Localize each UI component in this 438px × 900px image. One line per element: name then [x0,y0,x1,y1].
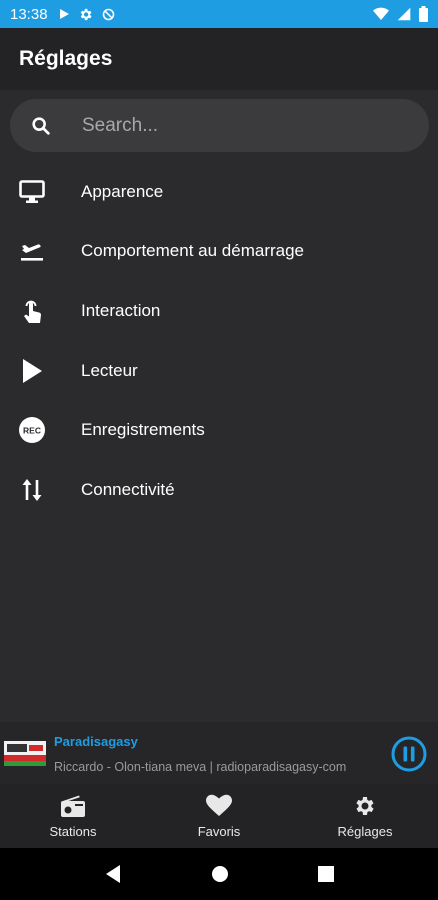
signal-icon [397,7,411,21]
menu-item-label: Enregistrements [81,420,205,440]
nav-label: Favoris [197,823,241,839]
monitor-icon [19,179,45,203]
mini-player[interactable]: Paradisagasy Riccardo - Olon-tiana meva … [0,722,438,784]
menu-item-lecteur[interactable]: Lecteur [0,341,438,401]
menu-item-label: Lecteur [81,360,138,380]
gear-icon [356,796,374,815]
page-title: Réglages [19,47,113,70]
menu-item-connectivite[interactable]: Connectivité [0,460,438,520]
nav-label: Réglages [337,823,393,839]
station-logo [4,741,46,766]
search-icon[interactable] [30,115,52,137]
svg-text:REC: REC [23,426,41,436]
nav-item-favoris[interactable]: Favoris [146,784,292,848]
menu-item-interaction[interactable]: Interaction [0,281,438,341]
pause-button[interactable] [391,736,427,772]
menu-item-label: Interaction [81,300,161,320]
search-bar[interactable] [10,99,429,152]
search-input[interactable] [80,113,384,138]
menu-item-label: Connectivité [81,479,175,499]
no-sync-icon [102,8,114,20]
rec-icon: REC [19,417,45,444]
play-icon [59,9,69,19]
menu-item-label: Apparence [81,181,164,201]
recents-icon[interactable] [317,866,334,882]
status-time: 13:38 [10,5,48,23]
heart-icon [206,794,232,816]
app-bar: Réglages [0,28,438,90]
settings-menu: Apparence Comportement au démarrage Inte… [0,162,438,520]
nav-label: Stations [49,823,97,839]
nav-item-stations[interactable]: Stations [0,784,146,848]
radio-icon [61,795,85,817]
battery-icon [419,6,428,22]
touch-icon [24,300,42,323]
system-nav-bar [0,848,438,900]
menu-item-enregistrements[interactable]: REC Enregistrements [0,400,438,460]
station-name: Paradisagasy [54,734,138,749]
track-info: Riccardo - Olon-tiana meva | radioparadi… [54,760,347,774]
back-icon[interactable] [104,864,122,884]
swap-vertical-icon [22,478,42,501]
nav-item-reglages[interactable]: Réglages [292,784,438,848]
flight-takeoff-icon [21,244,43,261]
bottom-nav: Stations Favoris Réglages [0,784,438,848]
home-icon[interactable] [211,865,229,883]
gear-icon [80,8,92,20]
wifi-icon [373,7,389,20]
play-icon [23,358,42,383]
menu-item-comportement-demarrage[interactable]: Comportement au démarrage [0,222,438,282]
menu-item-label: Comportement au démarrage [81,241,305,261]
status-bar: 13:38 [0,0,438,28]
menu-item-apparence[interactable]: Apparence [0,162,438,222]
